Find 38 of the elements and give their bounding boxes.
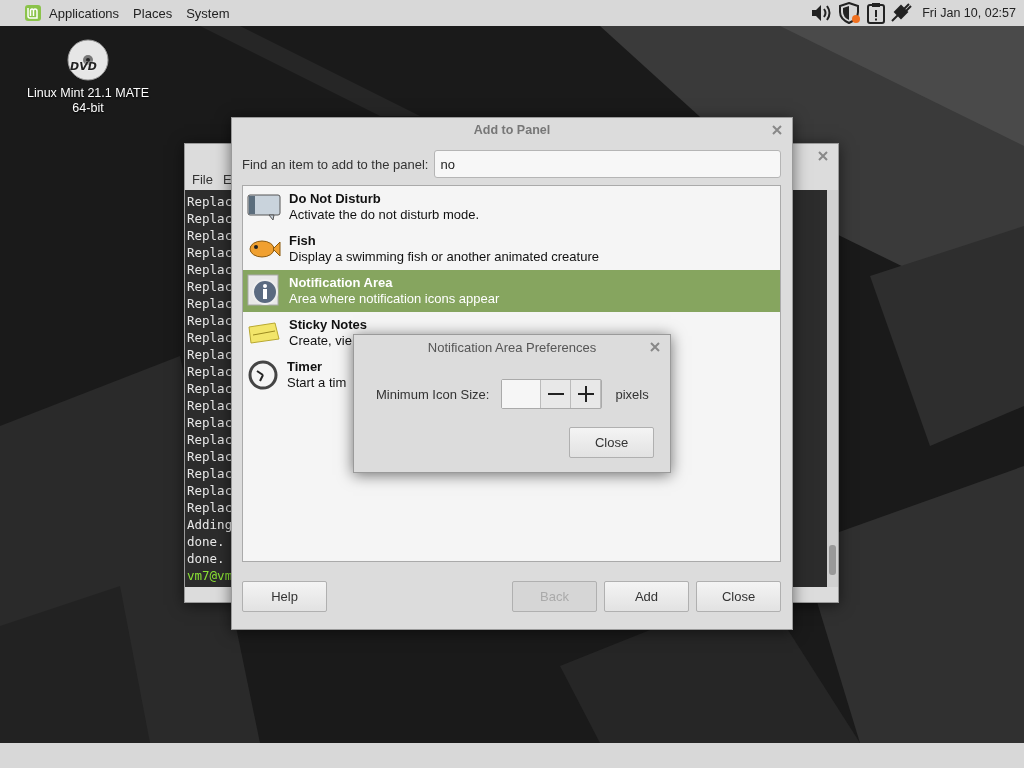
terminal-line: Replac: [187, 465, 233, 482]
terminal-line: vm7@vm: [187, 567, 233, 584]
terminal-line: Replac: [187, 312, 233, 329]
window-title: Notification Area Preferences: [427, 339, 597, 355]
item-name: Sticky Notes: [289, 317, 368, 333]
terminal-line: Replac: [187, 278, 233, 295]
terminal-line: Replac: [187, 499, 233, 516]
item-name: Do Not Disturb: [289, 191, 382, 207]
terminal-line: Replac: [187, 380, 233, 397]
terminal-line: Replac: [187, 210, 233, 227]
item-name: Notification Area: [289, 275, 394, 291]
item-description: Area where notification icons appear: [289, 291, 500, 307]
terminal-line: Replac: [187, 448, 233, 465]
terminal-line: Replac: [187, 363, 233, 380]
terminal-line: done.: [187, 533, 225, 550]
search-label: Find an item to add to the panel:: [242, 156, 429, 172]
terminal-line: Replac: [187, 397, 233, 414]
terminal-line: Replac: [187, 295, 233, 312]
item-name: Fish: [289, 233, 317, 249]
unit-label: pixels: [615, 386, 649, 402]
terminal-line: Replac: [187, 193, 233, 210]
terminal-line: Replac: [187, 227, 233, 244]
terminal-line: Replac: [187, 431, 233, 448]
terminal-line: done.: [187, 550, 225, 567]
terminal-line: Replac: [187, 329, 233, 346]
window-title: Add to Panel: [473, 123, 551, 137]
terminal-line: Replac: [187, 346, 233, 363]
item-description: Create, vie: [289, 333, 353, 349]
terminal-line: Replac: [187, 482, 233, 499]
terminal-line: Replac: [187, 414, 233, 431]
terminal-line: Adding: [187, 516, 233, 533]
item-description: Start a tim: [287, 375, 347, 391]
item-description: Display a swimming fish or another animated creature: [289, 249, 599, 265]
item-name: Timer: [287, 359, 324, 375]
terminal-line: Replac: [187, 261, 233, 278]
item-description: Activate the do not disturb mode.: [289, 207, 480, 223]
field-label: Minimum Icon Size:: [376, 386, 490, 402]
terminal-line: Replac: [187, 244, 233, 261]
